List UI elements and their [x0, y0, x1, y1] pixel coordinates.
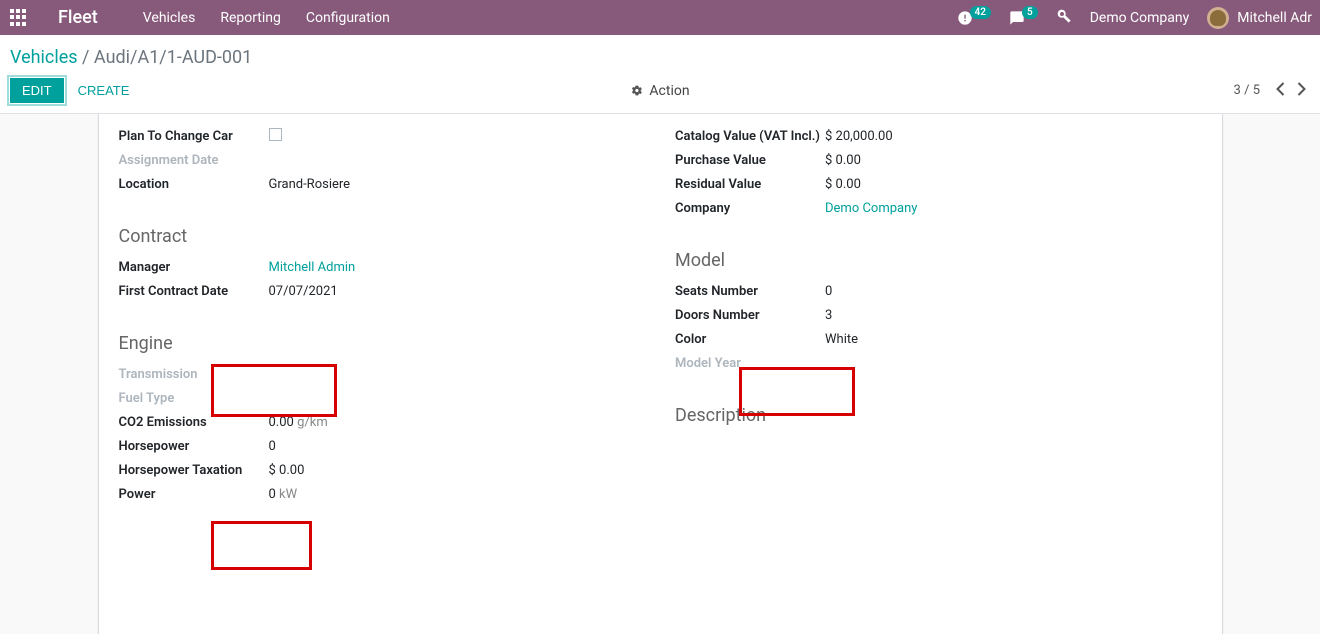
- form-sheet: Plan To Change Car Assignment Date Locat…: [98, 114, 1223, 634]
- field-value: 0: [825, 284, 832, 299]
- field-manager: Manager Mitchell Admin: [119, 255, 646, 279]
- field-value: White: [825, 332, 858, 347]
- main-menu: Vehicles Reporting Configuration: [143, 10, 390, 26]
- field-value: 3: [825, 308, 832, 323]
- field-fuel-type: Fuel Type: [119, 386, 646, 410]
- avatar: [1207, 7, 1229, 29]
- brand-title: Fleet: [58, 7, 98, 28]
- field-label: Seats Number: [675, 284, 825, 299]
- section-model-title: Model: [675, 250, 725, 271]
- section-engine-title: Engine: [119, 333, 173, 354]
- right-column: Catalog Value (VAT Incl.) $ 20,000.00 Pu…: [675, 124, 1202, 506]
- activity-badge: 42: [970, 6, 991, 19]
- edit-button[interactable]: EDIT: [10, 78, 64, 103]
- field-label: Horsepower Taxation: [119, 463, 269, 478]
- breadcrumb-separator: /: [82, 47, 94, 68]
- field-value: $ 0.00: [825, 177, 861, 192]
- field-label: Company: [675, 201, 825, 216]
- pager-arrows: [1272, 80, 1310, 101]
- tools-icon[interactable]: [1056, 8, 1072, 28]
- breadcrumb: Vehicles / Audi/A1/1-AUD-001: [10, 47, 1310, 68]
- menu-reporting[interactable]: Reporting: [220, 10, 281, 26]
- field-label: Doors Number: [675, 308, 825, 323]
- field-label: Assignment Date: [119, 153, 269, 168]
- field-doors: Doors Number 3: [675, 303, 1202, 327]
- field-label: Power: [119, 487, 269, 502]
- field-label: Color: [675, 332, 825, 347]
- breadcrumb-bar: Vehicles / Audi/A1/1-AUD-001: [0, 35, 1320, 72]
- gear-icon: [630, 84, 643, 97]
- apps-icon[interactable]: [10, 9, 28, 27]
- field-value: $ 0.00: [269, 463, 305, 478]
- field-value: $ 20,000.00: [825, 129, 893, 144]
- company-selector[interactable]: Demo Company: [1090, 10, 1190, 26]
- messages-badge: 5: [1022, 6, 1038, 19]
- field-location: Location Grand-Rosiere: [119, 172, 646, 196]
- menu-vehicles[interactable]: Vehicles: [143, 10, 196, 26]
- field-label: Purchase Value: [675, 153, 825, 168]
- highlight-engine: [211, 521, 312, 570]
- field-label: Manager: [119, 260, 269, 275]
- field-label: Residual Value: [675, 177, 825, 192]
- control-bar: EDIT CREATE Action 3 / 5: [0, 72, 1320, 114]
- top-navbar: Fleet Vehicles Reporting Configuration 4…: [0, 0, 1320, 35]
- field-value: 0.00 g/km: [269, 415, 328, 430]
- field-value: Grand-Rosiere: [269, 177, 351, 192]
- user-name: Mitchell Adr: [1237, 10, 1312, 26]
- field-label: Transmission: [119, 367, 269, 382]
- section-contract-title: Contract: [119, 226, 188, 247]
- field-seats: Seats Number 0: [675, 279, 1202, 303]
- section-description-title: Description: [675, 405, 1202, 426]
- breadcrumb-current: Audi/A1/1-AUD-001: [94, 47, 252, 68]
- checkbox-plan-change[interactable]: [269, 128, 282, 141]
- field-residual-value: Residual Value $ 0.00: [675, 172, 1202, 196]
- create-button[interactable]: CREATE: [78, 79, 130, 102]
- field-hp-taxation: Horsepower Taxation $ 0.00: [119, 458, 646, 482]
- field-model-year: Model Year: [675, 351, 1202, 375]
- field-label: CO2 Emissions: [119, 415, 269, 430]
- field-power: Power 0 kW: [119, 482, 646, 506]
- field-label: Fuel Type: [119, 391, 269, 406]
- messages-icon[interactable]: 5: [1009, 10, 1038, 26]
- field-value: $ 0.00: [825, 153, 861, 168]
- field-value: 0: [269, 439, 276, 454]
- field-color-model: Color White: [675, 327, 1202, 351]
- user-menu[interactable]: Mitchell Adr: [1207, 7, 1312, 29]
- field-purchase-value: Purchase Value $ 0.00: [675, 148, 1202, 172]
- menu-configuration[interactable]: Configuration: [306, 10, 390, 26]
- field-label: Horsepower: [119, 439, 269, 454]
- left-column: Plan To Change Car Assignment Date Locat…: [119, 124, 646, 506]
- field-assignment-date: Assignment Date: [119, 148, 646, 172]
- field-value: 0 kW: [269, 487, 298, 502]
- field-co2: CO2 Emissions 0.00 g/km: [119, 410, 646, 434]
- field-horsepower: Horsepower 0: [119, 434, 646, 458]
- chevron-right-icon: [1297, 82, 1306, 96]
- field-company: Company Demo Company: [675, 196, 1202, 220]
- field-first-contract-date: First Contract Date 07/07/2021: [119, 279, 646, 303]
- breadcrumb-root[interactable]: Vehicles: [10, 47, 78, 68]
- field-label: Plan To Change Car: [119, 129, 269, 144]
- pager: 3 / 5: [1234, 80, 1310, 101]
- pager-text[interactable]: 3 / 5: [1234, 83, 1260, 98]
- action-label: Action: [649, 83, 689, 99]
- field-value: 07/07/2021: [269, 284, 338, 299]
- field-value[interactable]: Demo Company: [825, 201, 917, 216]
- pager-prev-button[interactable]: [1272, 80, 1289, 101]
- field-label: Model Year: [675, 356, 825, 371]
- field-plan-change-car: Plan To Change Car: [119, 124, 646, 148]
- field-catalog-value: Catalog Value (VAT Incl.) $ 20,000.00: [675, 124, 1202, 148]
- activity-icon[interactable]: 42: [957, 10, 991, 26]
- field-label: First Contract Date: [119, 284, 269, 299]
- field-transmission: Transmission: [119, 362, 646, 386]
- field-label: Catalog Value (VAT Incl.): [675, 129, 825, 144]
- pager-next-button[interactable]: [1293, 80, 1310, 101]
- field-value[interactable]: Mitchell Admin: [269, 260, 356, 275]
- field-label: Location: [119, 177, 269, 192]
- action-dropdown[interactable]: Action: [630, 83, 689, 99]
- chevron-left-icon: [1276, 82, 1285, 96]
